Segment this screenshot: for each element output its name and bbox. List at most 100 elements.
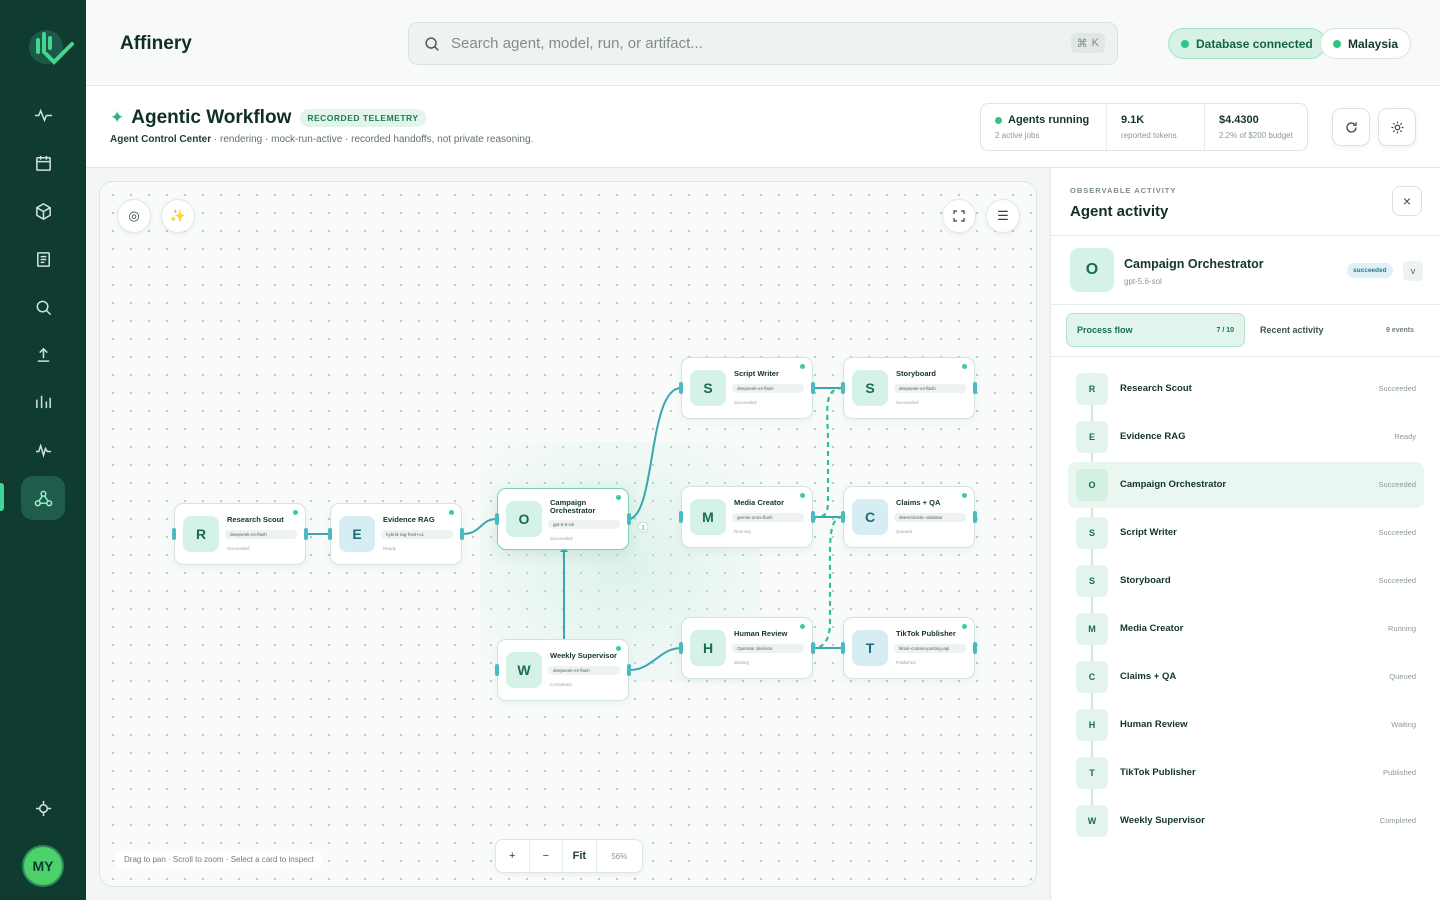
tab-count: 7 / 10 xyxy=(1216,326,1234,334)
expand-agent-button[interactable]: v xyxy=(1403,261,1423,281)
input-port[interactable] xyxy=(679,511,683,523)
flow-avatar: M xyxy=(1076,613,1108,645)
nav-documents[interactable] xyxy=(21,237,65,281)
nav-activity[interactable] xyxy=(21,93,65,137)
input-port[interactable] xyxy=(841,642,845,654)
nav-target[interactable] xyxy=(21,786,65,830)
list-item[interactable]: S Storyboard Succeeded xyxy=(1068,558,1424,604)
list-item[interactable]: W Weekly Supervisor Completed xyxy=(1068,798,1424,844)
zoom-in-button[interactable]: + xyxy=(496,840,530,872)
stat-cost: $4.4300 2.2% of $200 budget xyxy=(1205,104,1307,150)
nav-workflow[interactable] xyxy=(21,476,65,520)
node-status: Succeeded xyxy=(227,546,250,551)
search-icon xyxy=(36,300,51,315)
region-label: Malaysia xyxy=(1348,36,1399,51)
node-model: deepseek-v4-flash xyxy=(732,384,804,393)
workflow-canvas[interactable]: ◎ ✨ ☰ 1 R Research Scout deepseek-v4-fla… xyxy=(99,181,1037,887)
list-item[interactable]: M Media Creator Running xyxy=(1068,606,1424,652)
output-port[interactable] xyxy=(304,528,308,540)
input-port[interactable] xyxy=(172,528,176,540)
input-port[interactable] xyxy=(679,642,683,654)
input-port[interactable] xyxy=(495,513,499,525)
nav-models[interactable] xyxy=(21,189,65,233)
fit-button[interactable]: Fit xyxy=(563,840,597,872)
node-tiktok-publisher[interactable]: T TikTok Publisher tiktok-content-postin… xyxy=(841,617,977,679)
nav-calendar[interactable] xyxy=(21,141,65,185)
selected-agent-name: Campaign Orchestrator xyxy=(1124,257,1264,271)
flow-name: Weekly Supervisor xyxy=(1120,815,1205,826)
nav-upload[interactable] xyxy=(21,332,65,376)
node-evidence-rag[interactable]: E Evidence RAG hybrid-rag-fresh-v1 Ready xyxy=(328,503,464,565)
output-port[interactable] xyxy=(460,528,464,540)
flow-name: TikTok Publisher xyxy=(1120,767,1196,778)
list-item[interactable]: T TikTok Publisher Published xyxy=(1068,750,1424,796)
node-name: Claims + QA xyxy=(896,498,941,507)
list-item[interactable]: C Claims + QA Queued xyxy=(1068,654,1424,700)
node-weekly-supervisor[interactable]: W Weekly Supervisor deepseek-v4-flash Co… xyxy=(495,639,631,701)
nav-analytics[interactable] xyxy=(21,379,65,423)
node-status: Published xyxy=(896,660,916,665)
shortcut-hint: ⌘ K xyxy=(1070,33,1105,53)
settings-button[interactable] xyxy=(1378,108,1416,146)
tab-recent-activity[interactable]: Recent activity 9 events xyxy=(1250,313,1424,347)
database-status-pill[interactable]: Database connected xyxy=(1168,28,1326,59)
zoom-out-button[interactable]: − xyxy=(530,840,564,872)
input-port[interactable] xyxy=(679,382,683,394)
output-port[interactable] xyxy=(973,642,977,654)
output-port[interactable] xyxy=(627,664,631,676)
tab-process-flow[interactable]: Process flow 7 / 10 xyxy=(1066,313,1245,347)
node-human-review[interactable]: H Human Review Operator decision Waiting xyxy=(679,617,815,679)
output-port[interactable] xyxy=(811,382,815,394)
flow-status: Ready xyxy=(1394,432,1416,441)
flow-status: Queued xyxy=(1389,672,1416,681)
list-item[interactable]: H Human Review Waiting xyxy=(1068,702,1424,748)
upload-icon xyxy=(37,347,49,362)
input-port[interactable] xyxy=(841,511,845,523)
output-port[interactable] xyxy=(973,511,977,523)
node-avatar: T xyxy=(852,630,888,666)
list-item[interactable]: S Script Writer Succeeded xyxy=(1068,510,1424,556)
edge-dashed-storyboard xyxy=(813,386,844,519)
node-avatar: O xyxy=(506,501,542,537)
list-item[interactable]: E Evidence RAG Ready xyxy=(1068,414,1424,460)
search-input[interactable] xyxy=(451,23,1051,64)
node-status: Succeeded xyxy=(734,400,757,405)
running-dot-icon xyxy=(995,116,1002,124)
flow-status: Running xyxy=(1388,624,1416,633)
panel-title: Agent activity xyxy=(1070,203,1169,220)
stat-value: 9.1K xyxy=(1121,114,1145,126)
list-item[interactable]: R Research Scout Succeeded xyxy=(1068,366,1424,412)
list-item[interactable]: O Campaign Orchestrator Succeeded xyxy=(1068,462,1424,508)
refresh-button[interactable] xyxy=(1332,108,1370,146)
flow-name: Campaign Orchestrator xyxy=(1120,479,1227,490)
output-port[interactable] xyxy=(811,642,815,654)
close-panel-button[interactable]: × xyxy=(1392,186,1422,216)
search-box[interactable]: ⌘ K xyxy=(408,22,1118,65)
affinery-logo-icon[interactable] xyxy=(26,26,74,68)
input-port[interactable] xyxy=(328,528,332,540)
selected-agent-model: gpt-5.6-sol xyxy=(1124,277,1162,286)
nav-search[interactable] xyxy=(21,285,65,329)
gear-icon xyxy=(1391,121,1403,133)
flow-avatar: S xyxy=(1076,517,1108,549)
output-port[interactable] xyxy=(627,513,631,525)
avatar[interactable]: MY xyxy=(22,845,64,887)
node-media-creator[interactable]: M Media Creator gemini-omni-flash Runnin… xyxy=(679,486,815,548)
node-research-scout[interactable]: R Research Scout deepseek-v4-flash Succe… xyxy=(172,503,308,565)
brand-name: Affinery xyxy=(120,33,192,54)
input-port[interactable] xyxy=(495,664,499,676)
node-claims-qa[interactable]: C Claims + QA deterministic-validator Qu… xyxy=(841,486,977,548)
status-dot-icon xyxy=(962,624,967,629)
node-script-writer[interactable]: S Script Writer deepseek-v4-flash Succee… xyxy=(679,357,815,419)
node-name: TikTok Publisher xyxy=(896,629,956,638)
node-campaign-orchestrator[interactable]: O Campaign Orchestrator gpt-5.6-sol Succ… xyxy=(495,488,631,550)
canvas-hint: Drag to pan · Scroll to zoom · Select a … xyxy=(116,851,322,868)
output-port[interactable] xyxy=(811,511,815,523)
output-port[interactable] xyxy=(973,382,977,394)
region-pill[interactable]: Malaysia xyxy=(1320,28,1412,59)
nav-pulse[interactable] xyxy=(21,428,65,472)
node-storyboard[interactable]: S Storyboard deepseek-v4-flash Succeeded xyxy=(841,357,977,419)
telemetry-badge: RECORDED TELEMETRY xyxy=(300,109,426,127)
input-port[interactable] xyxy=(841,382,845,394)
flow-status: Succeeded xyxy=(1378,480,1416,489)
